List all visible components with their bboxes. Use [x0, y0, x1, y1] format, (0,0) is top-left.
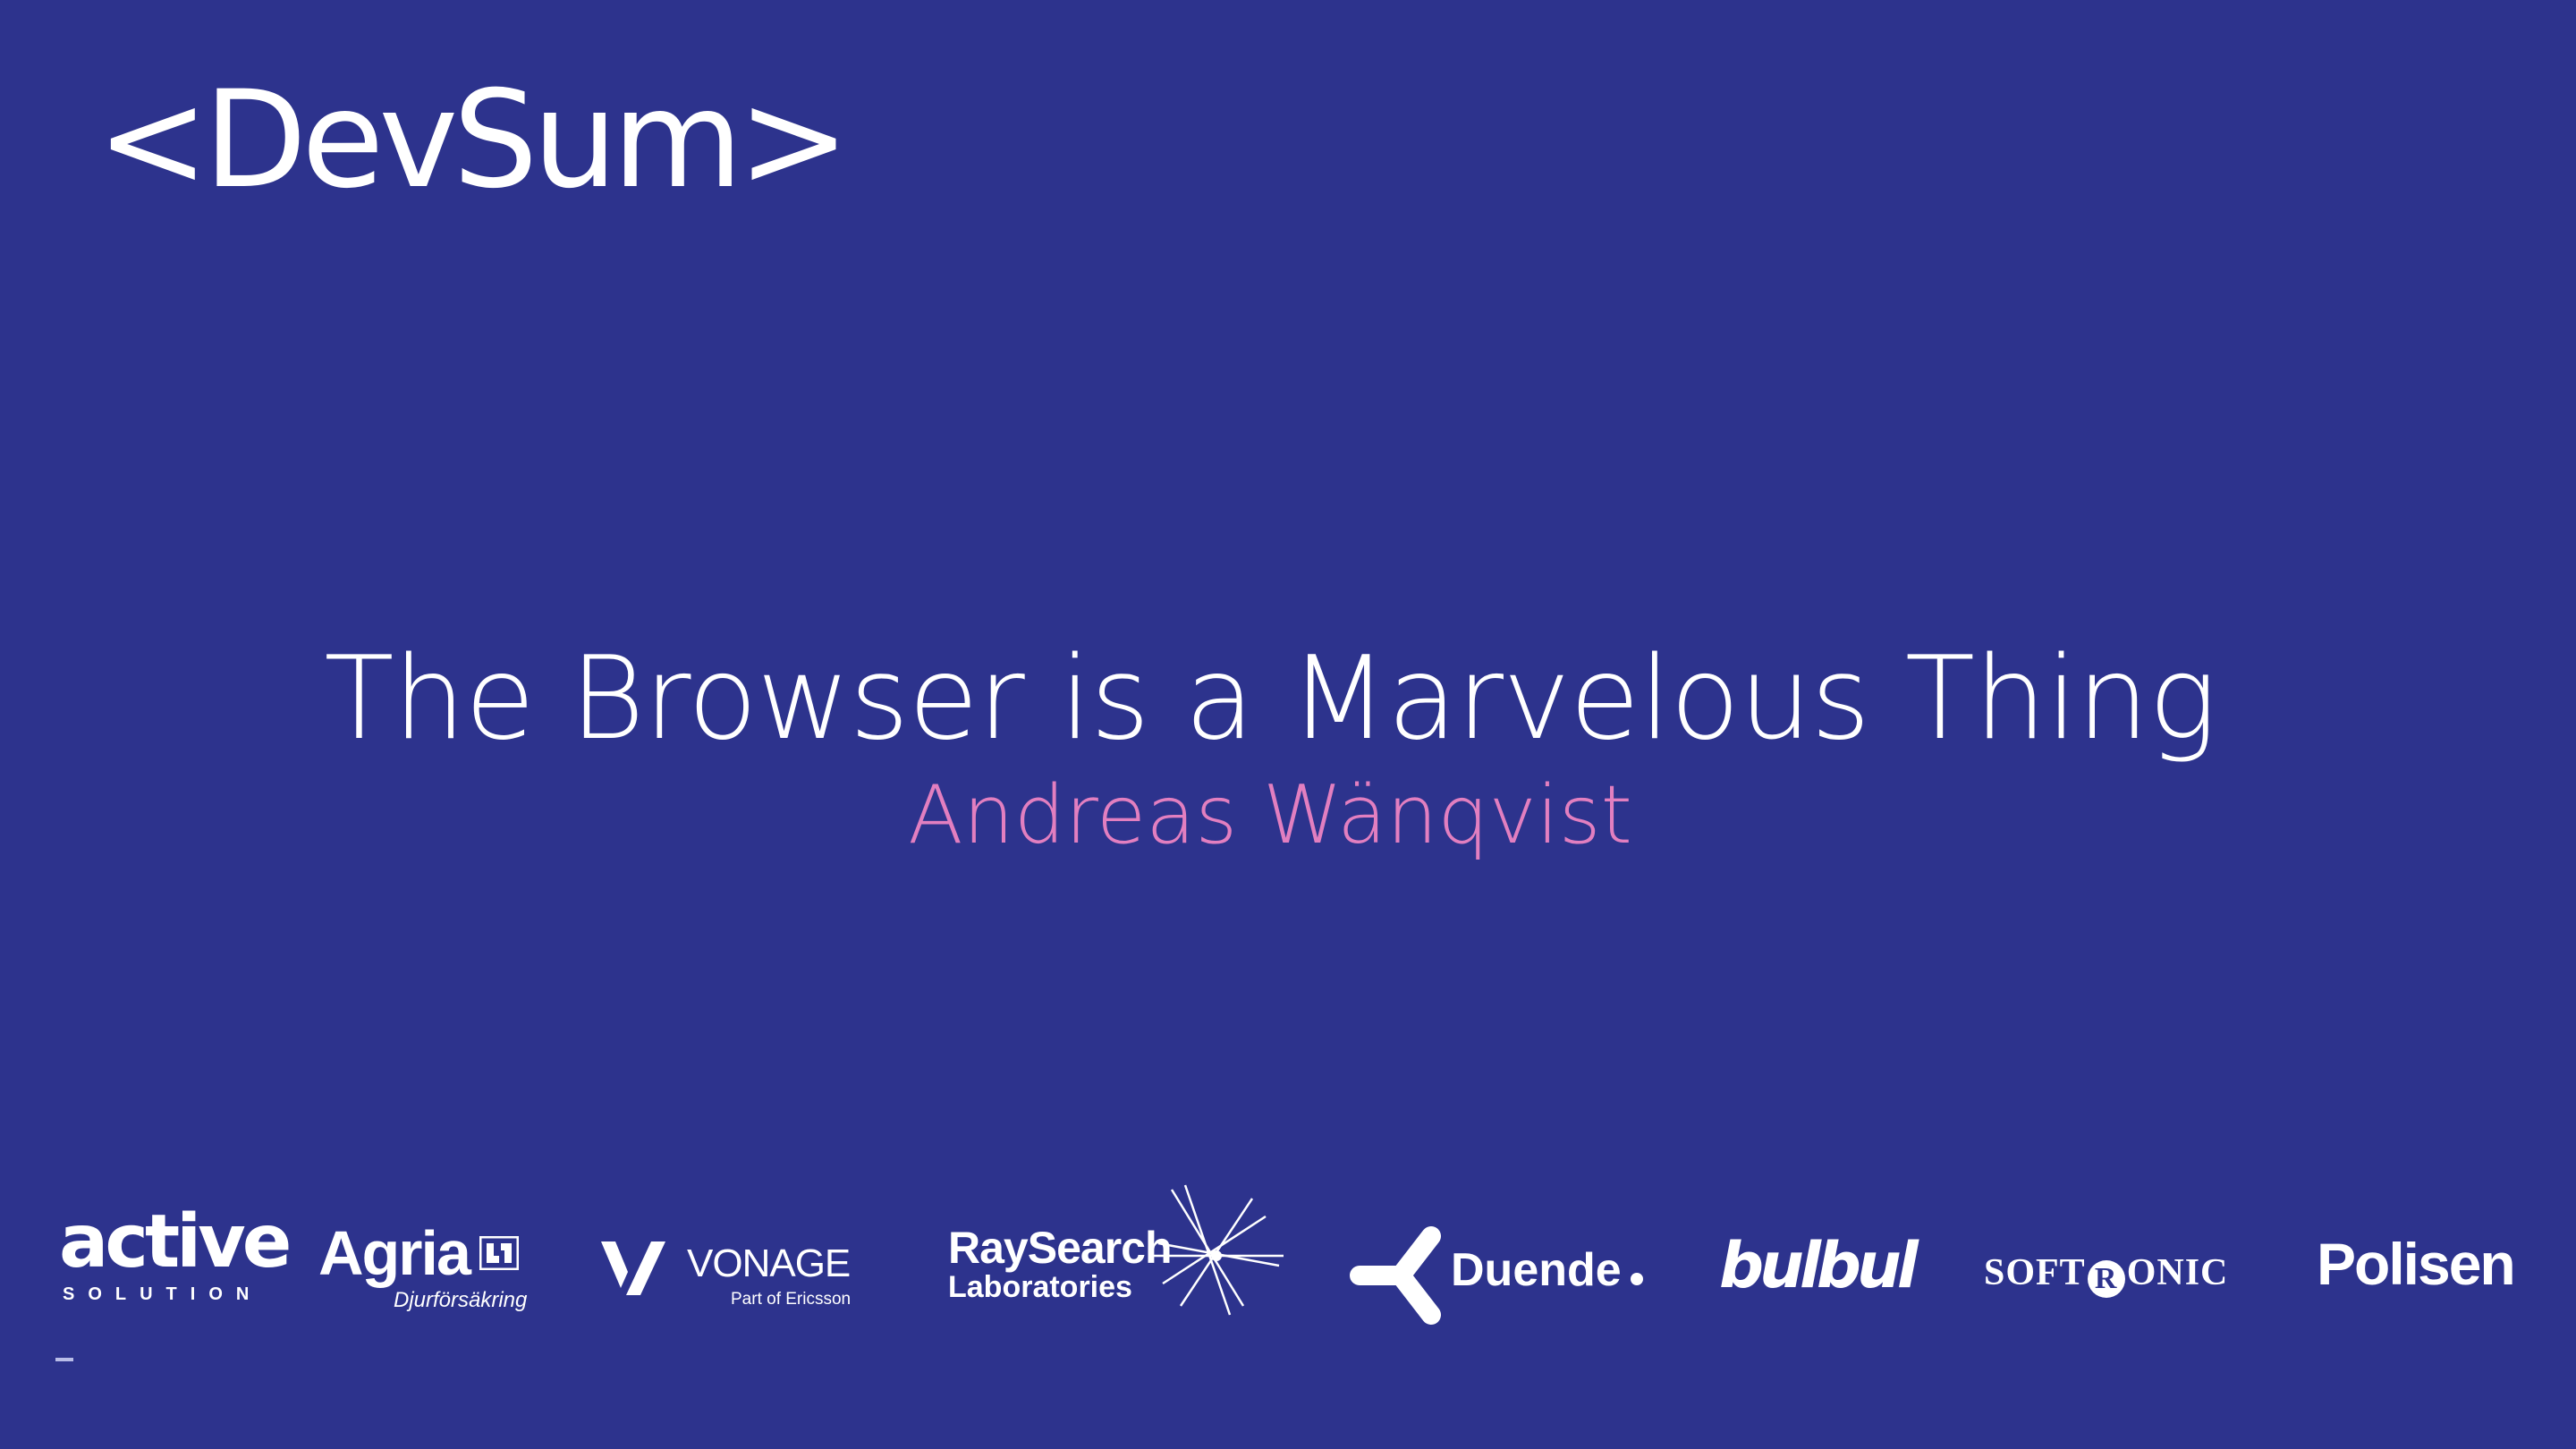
sponsor-subtitle: SOLUTION: [63, 1284, 263, 1304]
sponsor-subtitle: Part of Ericsson: [731, 1290, 852, 1309]
sponsor-name: bulbul: [1719, 1229, 1919, 1302]
presentation-slide: <DevSum> The Browser is a Marvelous Thin…: [0, 0, 2576, 1449]
sponsor-name: Duende: [1451, 1243, 1643, 1297]
sponsor-name: Polisen: [2317, 1231, 2516, 1297]
sponsor-subtitle: Laboratories: [948, 1270, 1132, 1304]
duende-mark-icon: [1350, 1226, 1441, 1325]
agria-mark-icon: [479, 1236, 520, 1270]
sponsor-name: RaySearch: [948, 1223, 1172, 1273]
vonage-v-icon: [601, 1241, 665, 1295]
sponsor-name: SOFT R ONIC: [1984, 1254, 2228, 1298]
corner-mark: [55, 1358, 73, 1361]
polisen-logo: Polisen: [2317, 1231, 2516, 1297]
sponsor-subtitle: Djurförsäkring: [394, 1288, 528, 1312]
sponsor-name: active: [59, 1199, 292, 1284]
softronic-logo: SOFT R ONIC: [1984, 1254, 2228, 1298]
bulbul-logo: bulbul: [1719, 1229, 1919, 1302]
speaker-name: Andreas Wänqvist: [908, 768, 1632, 862]
starburst-icon: [1154, 1184, 1284, 1316]
devsum-logo: <DevSum>: [97, 63, 850, 218]
agria-logo: Agria Djurförsäkring: [318, 1222, 527, 1313]
talk-title: The Browser is a Marvelous Thing: [324, 632, 2216, 766]
sponsor-name: VONAGE: [687, 1241, 851, 1285]
raysearch-logo: RaySearch Laboratories: [948, 1184, 1284, 1316]
active-solution-logo: active SOLUTION: [59, 1199, 292, 1305]
sponsor-logo-row: active SOLUTION Agria Djurförsäkring VON…: [0, 1184, 2576, 1351]
sponsor-name: Agria: [318, 1218, 471, 1288]
